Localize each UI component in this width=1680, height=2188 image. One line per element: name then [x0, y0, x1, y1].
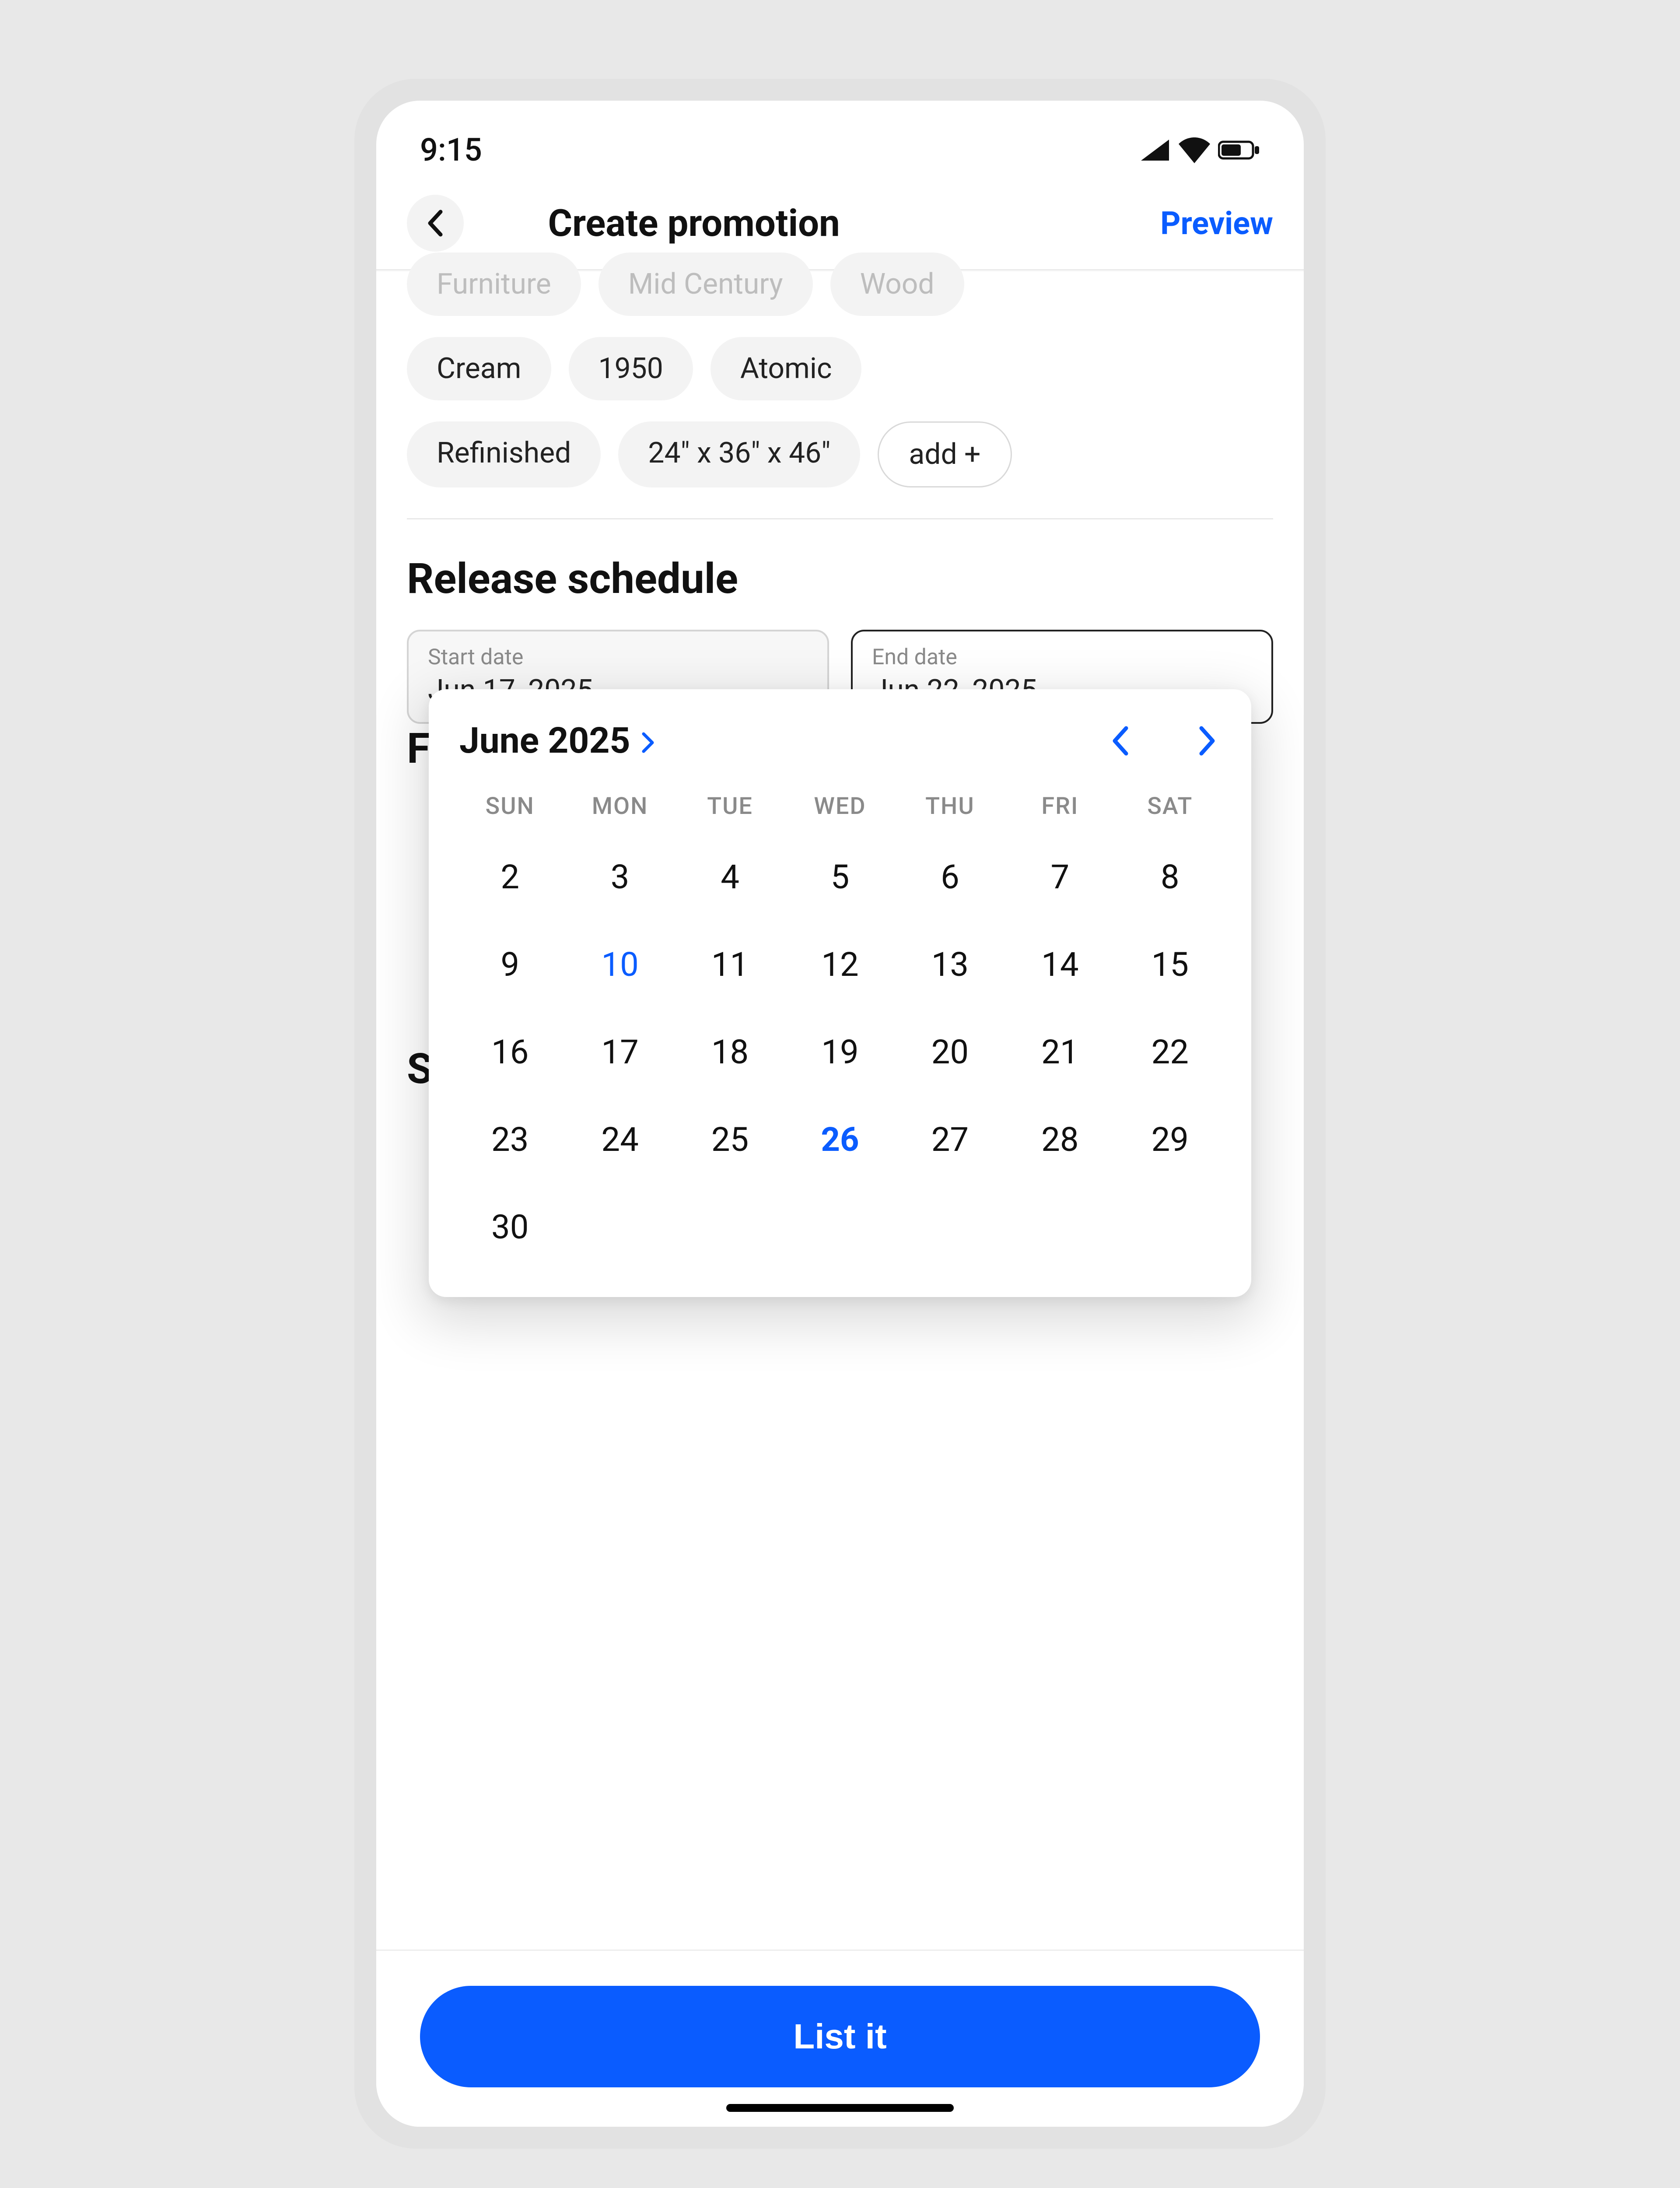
- release-schedule-title: Release schedule: [407, 554, 1273, 603]
- calendar-day[interactable]: 10: [565, 921, 675, 1008]
- calendar-day[interactable]: 6: [895, 833, 1005, 921]
- calendar-day: [1115, 1183, 1225, 1271]
- tag-chip[interactable]: Cream: [407, 337, 551, 400]
- calendar-day[interactable]: 20: [895, 1008, 1005, 1096]
- calendar-day[interactable]: 23: [455, 1096, 565, 1183]
- calendar-day[interactable]: 16: [455, 1008, 565, 1096]
- tag-chip[interactable]: 24" x 36" x 46": [618, 421, 860, 487]
- status-bar: 9:15: [376, 101, 1304, 182]
- calendar-day: [565, 1183, 675, 1271]
- calendar-dow: THU: [895, 779, 1005, 833]
- calendar-day: [895, 1183, 1005, 1271]
- bottom-bar: List it: [376, 1950, 1304, 2127]
- calendar-day[interactable]: 17: [565, 1008, 675, 1096]
- battery-icon: [1218, 139, 1260, 161]
- calendar-dow: WED: [785, 779, 895, 833]
- calendar-day: [785, 1183, 895, 1271]
- calendar-dow: SAT: [1115, 779, 1225, 833]
- status-icons: [1139, 137, 1260, 163]
- chip-row: Cream 1950 Atomic: [407, 337, 1273, 400]
- calendar-prev-button[interactable]: [1107, 728, 1133, 754]
- tag-chips: Furniture Mid Century Wood Cream 1950 At…: [407, 272, 1273, 487]
- calendar-dow: TUE: [675, 779, 785, 833]
- calendar-day[interactable]: 4: [675, 833, 785, 921]
- calendar-day[interactable]: 13: [895, 921, 1005, 1008]
- divider: [407, 518, 1273, 519]
- wifi-icon: [1177, 137, 1212, 163]
- start-date-label: Start date: [428, 645, 808, 670]
- chevron-left-icon: [426, 209, 445, 237]
- chip-row: Refinished 24" x 36" x 46" add +: [407, 421, 1273, 487]
- calendar-day[interactable]: 28: [1005, 1096, 1115, 1183]
- calendar-day[interactable]: 12: [785, 921, 895, 1008]
- calendar-day[interactable]: 30: [455, 1183, 565, 1271]
- calendar-next-button[interactable]: [1194, 728, 1221, 754]
- cellular-icon: [1139, 138, 1171, 162]
- calendar-dow: SUN: [455, 779, 565, 833]
- calendar-day[interactable]: 15: [1115, 921, 1225, 1008]
- calendar-dow: MON: [565, 779, 675, 833]
- calendar-day[interactable]: 14: [1005, 921, 1115, 1008]
- tag-chip[interactable]: Refinished: [407, 421, 601, 487]
- calendar-day[interactable]: 5: [785, 833, 895, 921]
- end-date-label: End date: [872, 645, 1252, 670]
- calendar-day[interactable]: 21: [1005, 1008, 1115, 1096]
- calendar-day[interactable]: 7: [1005, 833, 1115, 921]
- add-tag-button[interactable]: add +: [878, 421, 1012, 487]
- calendar-day[interactable]: 19: [785, 1008, 895, 1096]
- calendar-dow: FRI: [1005, 779, 1115, 833]
- calendar-day[interactable]: 26: [785, 1096, 895, 1183]
- calendar-grid: SUNMONTUEWEDTHUFRISAT2345678910111213141…: [455, 779, 1225, 1271]
- calendar-day: [1005, 1183, 1115, 1271]
- tag-chip[interactable]: Furniture: [407, 252, 581, 316]
- chip-row: Furniture Mid Century Wood: [407, 252, 1273, 316]
- tag-chip[interactable]: Mid Century: [598, 252, 813, 316]
- calendar-day[interactable]: 9: [455, 921, 565, 1008]
- scroll-area[interactable]: Furniture Mid Century Wood Cream 1950 At…: [376, 269, 1304, 724]
- calendar-month-button[interactable]: June 2025: [459, 720, 655, 762]
- calendar-day[interactable]: 25: [675, 1096, 785, 1183]
- calendar-day[interactable]: 27: [895, 1096, 1005, 1183]
- calendar-day[interactable]: 22: [1115, 1008, 1225, 1096]
- home-indicator[interactable]: [726, 2104, 954, 2112]
- status-time: 9:15: [420, 131, 482, 168]
- chevron-left-icon: [1110, 726, 1130, 756]
- calendar-day[interactable]: 8: [1115, 833, 1225, 921]
- calendar-day[interactable]: 29: [1115, 1096, 1225, 1183]
- chevron-right-icon: [1198, 726, 1217, 756]
- calendar-nav: [1107, 728, 1221, 754]
- chevron-right-icon: [641, 732, 655, 753]
- calendar-day: [675, 1183, 785, 1271]
- calendar-day[interactable]: 24: [565, 1096, 675, 1183]
- calendar-day[interactable]: 11: [675, 921, 785, 1008]
- calendar-day[interactable]: 2: [455, 833, 565, 921]
- calendar-day[interactable]: 18: [675, 1008, 785, 1096]
- tag-chip[interactable]: Atomic: [710, 337, 862, 400]
- calendar-month-label: June 2025: [459, 720, 630, 762]
- page-title: Create promotion: [548, 201, 840, 245]
- tag-chip[interactable]: 1950: [569, 337, 693, 400]
- tag-chip[interactable]: Wood: [830, 252, 964, 316]
- list-it-button[interactable]: List it: [420, 1986, 1260, 2087]
- phone-frame: 9:15 Create promotion Preview Furniture …: [354, 79, 1326, 2149]
- back-button[interactable]: [407, 195, 464, 252]
- calendar-popup: June 2025 SUNMONTUEWEDTHUFRISAT234567891…: [429, 689, 1251, 1297]
- preview-link[interactable]: Preview: [1160, 205, 1273, 242]
- calendar-day[interactable]: 3: [565, 833, 675, 921]
- screen: 9:15 Create promotion Preview Furniture …: [376, 101, 1304, 2127]
- calendar-header: June 2025: [455, 720, 1225, 762]
